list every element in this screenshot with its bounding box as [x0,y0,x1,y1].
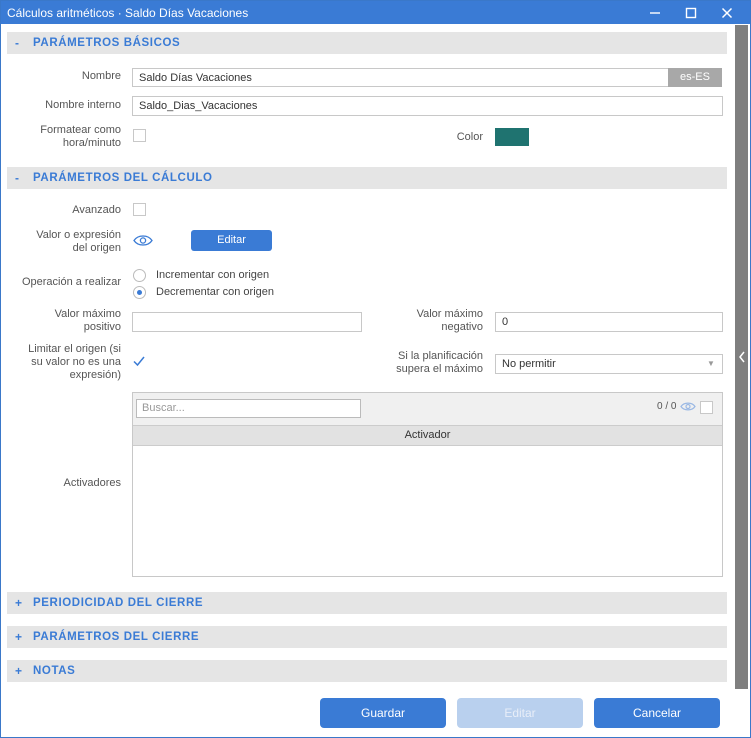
minimize-icon [650,12,660,14]
section-parametros-calculo[interactable]: - PARÁMETROS DEL CÁLCULO [7,167,727,189]
expand-icon: + [15,664,23,678]
max-negativo-input[interactable]: 0 [495,312,723,332]
max-positivo-line-1: Valor máximo [54,308,121,320]
valor-origen-line-2: del origen [72,242,121,254]
section-title: PARÁMETROS DEL CIERRE [33,631,200,643]
radio-incrementar-label: Incrementar con origen [156,269,270,281]
planificacion-label: Si la planificación supera el máximo [371,350,483,376]
formatear-label-line-1: Formatear como [40,124,121,136]
language-badge[interactable]: es-ES [668,68,722,87]
nombre-interno-label: Nombre interno [45,99,121,111]
planificacion-line-2: supera el máximo [396,363,483,375]
nombre-input[interactable]: Saldo Días Vacaciones [132,68,669,87]
section-title: PARÁMETROS DEL CÁLCULO [33,172,213,184]
radio-incrementar[interactable] [133,269,146,282]
activadores-grid: Buscar... 0 / 0 Activador [132,392,723,577]
max-negativo-line-2: negativo [441,321,483,333]
search-input[interactable]: Buscar... [136,399,361,418]
section-notas[interactable]: + NOTAS [7,660,727,682]
operacion-label: Operación a realizar [21,276,121,288]
column-header-activador[interactable]: Activador [133,425,722,446]
collapse-icon: - [15,36,19,50]
max-positivo-line-2: positivo [83,321,121,333]
expand-icon: + [15,630,23,644]
close-icon [721,7,733,19]
expand-icon: + [15,596,23,610]
max-positivo-label: Valor máximo positivo [11,308,121,334]
select-all-checkbox[interactable] [700,401,713,414]
section-parametros-cierre[interactable]: + PARÁMETROS DEL CIERRE [7,626,727,648]
radio-decrementar-label: Decrementar con origen [156,286,275,298]
limitar-line-1: Limitar el origen (si [28,343,121,355]
avanzado-checkbox[interactable] [133,203,146,216]
close-button[interactable] [711,1,743,24]
section-periodicidad-cierre[interactable]: + PERIODICIDAD DEL CIERRE [7,592,727,614]
grid-toolbar: Buscar... 0 / 0 [133,393,722,425]
formatear-label: Formatear como hora/minuto [11,124,121,150]
window-title: Cálculos aritméticos · Saldo Días Vacaci… [7,6,249,20]
formatear-checkbox[interactable] [133,129,146,142]
guardar-button[interactable]: Guardar [320,698,446,728]
formatear-label-line-2: hora/minuto [62,137,121,149]
nombre-label: Nombre [81,70,121,82]
section-parametros-basicos[interactable]: - PARÁMETROS BÁSICOS [7,32,727,54]
radio-decrementar[interactable] [133,286,146,299]
grid-count: 0 / 0 [657,401,677,412]
maximize-button[interactable] [675,1,707,24]
maximize-icon [685,7,697,19]
planificacion-line-1: Si la planificación [398,350,483,362]
color-label: Color [456,131,483,143]
limitar-line-3: expresión) [69,369,121,381]
chevron-left-icon[interactable] [738,351,746,363]
max-positivo-input[interactable] [132,312,362,332]
cancelar-button[interactable]: Cancelar [594,698,720,728]
color-swatch[interactable] [495,128,529,146]
check-icon[interactable] [132,354,146,368]
valor-origen-line-1: Valor o expresión [36,229,121,241]
chevron-down-icon: ▼ [707,359,715,368]
limitar-label: Limitar el origen (si su valor no es una… [5,343,121,382]
max-negativo-line-1: Valor máximo [416,308,483,320]
planificacion-select[interactable]: No permitir [495,354,723,374]
collapse-icon: - [15,171,19,185]
dialog-window: Cálculos aritméticos · Saldo Días Vacaci… [0,0,751,738]
avanzado-label: Avanzado [72,204,121,216]
minimize-button[interactable] [639,1,671,24]
valor-origen-label: Valor o expresión del origen [11,229,121,255]
nombre-interno-input[interactable]: Saldo_Dias_Vacaciones [132,96,723,116]
title-bar[interactable]: Cálculos aritméticos · Saldo Días Vacaci… [1,1,750,24]
limitar-line-2: su valor no es una [31,356,121,368]
section-title: NOTAS [33,665,76,677]
editar-origen-button[interactable]: Editar [191,230,272,251]
eye-icon[interactable] [680,401,696,412]
eye-icon[interactable] [133,234,153,247]
activadores-label: Activadores [63,477,121,489]
section-title: PARÁMETROS BÁSICOS [33,37,181,49]
editar-button[interactable]: Editar [457,698,583,728]
section-title: PERIODICIDAD DEL CIERRE [33,597,204,609]
max-negativo-label: Valor máximo negativo [381,308,483,334]
